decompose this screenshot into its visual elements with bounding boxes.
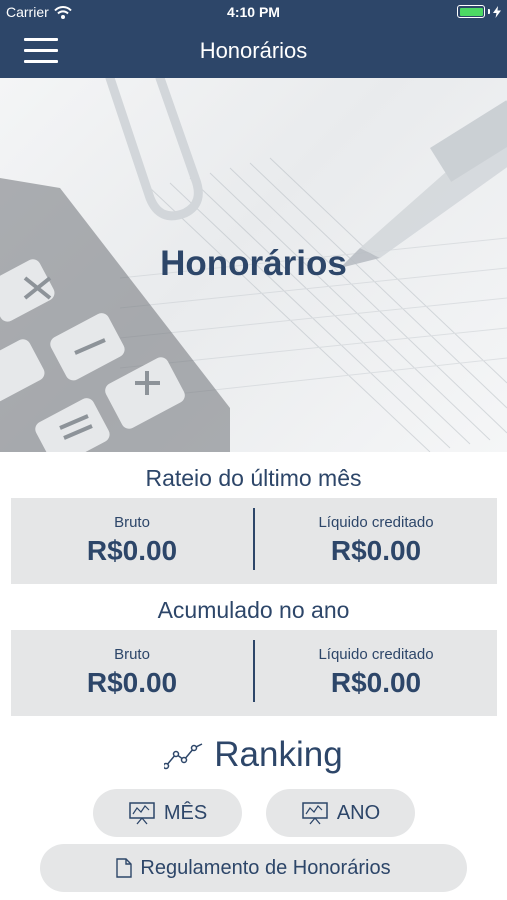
month-button-label: MÊS xyxy=(163,801,208,824)
ranking-header: Ranking xyxy=(0,733,507,777)
year-to-date-gross: Bruto R$0.00 xyxy=(11,630,253,716)
gross-value: R$0.00 xyxy=(86,535,178,566)
year-to-date-title: Acumulado no ano xyxy=(157,597,350,623)
net-value: R$0.00 xyxy=(330,535,422,566)
year-button-label: ANO xyxy=(336,801,381,824)
gross-label: Bruto xyxy=(114,514,150,531)
battery-level xyxy=(459,7,483,16)
last-month-card: Bruto R$0.00 Líquido creditado R$0.00 xyxy=(11,498,497,584)
document-icon xyxy=(116,858,133,878)
net-label: Líquido creditado xyxy=(318,514,434,531)
presentation-chart-icon xyxy=(129,802,155,825)
gross-label: Bruto xyxy=(114,646,150,663)
year-to-date-card: Bruto R$0.00 Líquido creditado R$0.00 xyxy=(11,630,497,716)
battery-indicator xyxy=(457,5,501,18)
presentation-chart-icon xyxy=(302,802,328,825)
battery-tip xyxy=(488,9,490,14)
last-month-gross: Bruto R$0.00 xyxy=(11,498,253,584)
status-time: 4:10 PM xyxy=(227,4,280,20)
year-to-date-net: Líquido creditado R$0.00 xyxy=(255,630,497,716)
net-value: R$0.00 xyxy=(330,667,422,698)
hero-title: Honorários xyxy=(160,244,347,283)
status-bar: Carrier 4:10 PM xyxy=(0,0,507,24)
charging-bolt-icon xyxy=(493,5,501,18)
last-month-net: Líquido creditado R$0.00 xyxy=(255,498,497,584)
nav-title: Honorários xyxy=(199,38,308,63)
regulation-button-label: Regulamento de Honorários xyxy=(140,856,391,879)
ranking-year-button[interactable]: ANO xyxy=(266,789,415,837)
regulation-button[interactable]: Regulamento de Honorários xyxy=(40,844,467,892)
ranking-title: Ranking xyxy=(214,735,343,774)
gross-value: R$0.00 xyxy=(86,667,178,698)
nav-bar: Honorários xyxy=(0,24,507,78)
hero-banner: Honorários xyxy=(0,78,507,452)
last-month-title: Rateio do último mês xyxy=(145,465,362,491)
net-label: Líquido creditado xyxy=(318,646,434,663)
line-chart-icon xyxy=(164,743,203,770)
ranking-month-button[interactable]: MÊS xyxy=(93,789,242,837)
battery-icon xyxy=(457,5,485,18)
